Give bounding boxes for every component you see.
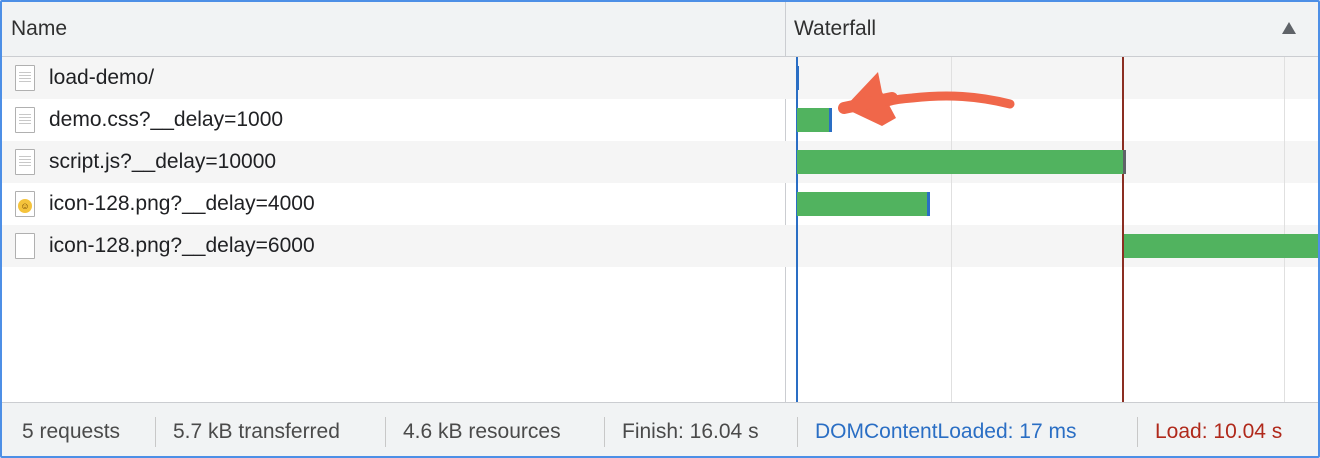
finish-time: Finish: 16.04 s (622, 420, 759, 443)
domcontentloaded-time: DOMContentLoaded: 17 ms (815, 420, 1077, 443)
image-emoji-icon: ☺ (15, 191, 35, 217)
divider (604, 417, 605, 447)
document-icon (15, 149, 35, 175)
network-panel: Name Waterfall load-demo/ demo.css?__del… (0, 0, 1320, 458)
divider (155, 417, 156, 447)
column-header-name[interactable]: Name (11, 2, 67, 56)
divider (1137, 417, 1138, 447)
document-icon (15, 107, 35, 133)
waterfall-bar[interactable] (797, 108, 830, 132)
status-bar: 5 requests 5.7 kB transferred 4.6 kB res… (2, 402, 1318, 456)
request-name: load-demo/ (49, 66, 155, 89)
request-name: icon-128.png?__delay=4000 (49, 192, 315, 215)
load-marker (1122, 57, 1124, 402)
request-name: script.js?__delay=10000 (49, 150, 277, 173)
load-time: Load: 10.04 s (1155, 420, 1283, 443)
column-header-waterfall[interactable]: Waterfall (794, 2, 876, 56)
document-icon (15, 65, 35, 91)
blank-file-icon (15, 233, 35, 259)
request-name: demo.css?__delay=1000 (49, 108, 284, 131)
waterfall-gridline (1284, 57, 1285, 402)
resources-size: 4.6 kB resources (403, 420, 561, 443)
waterfall-bar-download (829, 108, 832, 132)
annotation-arrow-icon (838, 72, 1015, 126)
waterfall-bar[interactable] (797, 192, 928, 216)
divider (385, 417, 386, 447)
waterfall-bar[interactable] (1124, 234, 1318, 258)
transferred-size: 5.7 kB transferred (173, 420, 340, 443)
table-header: Name Waterfall (2, 2, 1318, 57)
divider (797, 417, 798, 447)
requests-count: 5 requests (22, 420, 121, 443)
sort-ascending-icon[interactable] (1282, 22, 1296, 34)
waterfall-bar-download (1123, 150, 1126, 174)
waterfall-bar[interactable] (797, 150, 1124, 174)
waterfall-bar[interactable] (796, 66, 799, 90)
waterfall-bar-download (927, 192, 930, 216)
request-name: icon-128.png?__delay=6000 (49, 234, 315, 257)
